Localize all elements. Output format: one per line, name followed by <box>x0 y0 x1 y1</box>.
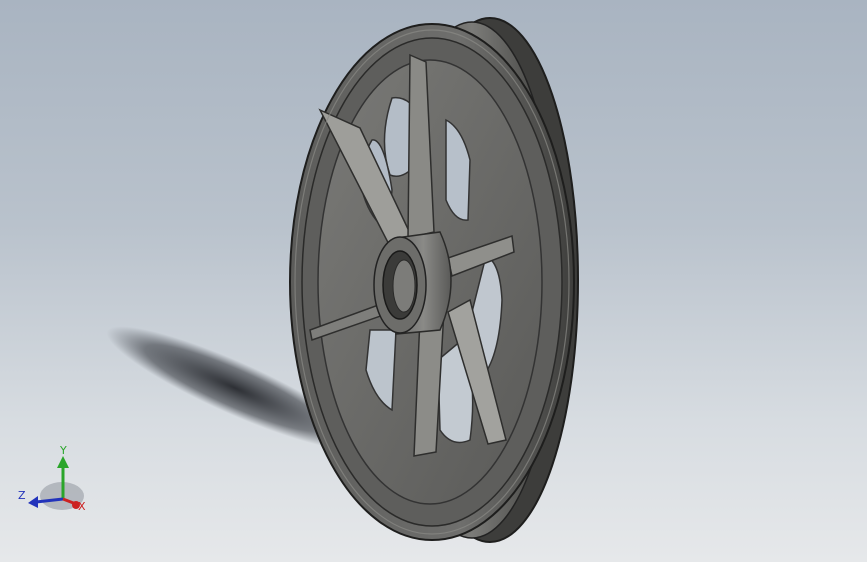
y-axis-label: Y <box>60 444 67 457</box>
y-axis-arrow <box>57 456 69 468</box>
x-axis-label: X <box>78 500 86 513</box>
graphics-viewport[interactable]: Y Z X <box>0 0 867 562</box>
hub-bore-inner <box>392 259 416 313</box>
triad-graphic <box>28 456 84 510</box>
z-axis-label: Z <box>18 489 26 502</box>
reference-triad: Y Z X <box>18 444 98 524</box>
z-axis-arrow <box>28 496 38 508</box>
model-view[interactable] <box>0 0 867 562</box>
